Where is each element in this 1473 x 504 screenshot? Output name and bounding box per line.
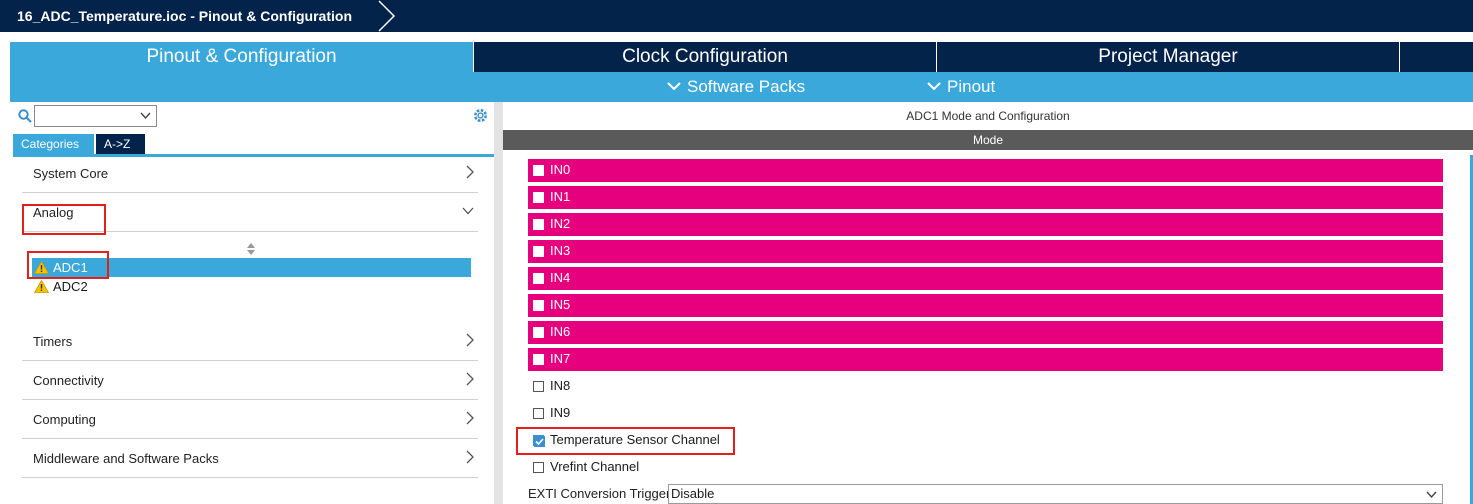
main-tabs: Pinout & Configuration Clock Configurati… [10, 42, 1473, 72]
checkbox[interactable] [533, 273, 544, 284]
tab-project-manager[interactable]: Project Manager [937, 42, 1399, 72]
channel-label: IN7 [550, 351, 571, 366]
category-label: Computing [33, 412, 96, 427]
mode-configuration-panel: ADC1 Mode and Configuration Mode IN0 IN1 I… [503, 102, 1473, 504]
channel-row[interactable]: IN8 [528, 375, 1443, 398]
tab-pinout-configuration[interactable]: Pinout & Configuration [10, 42, 473, 72]
category-connectivity[interactable]: Connectivity [22, 361, 478, 400]
channel-label: IN0 [550, 162, 571, 177]
category-computing[interactable]: Computing [22, 400, 478, 439]
software-packs-menu[interactable]: Software Packs [667, 72, 805, 102]
sub-menu-bar: Software Packs Pinout [10, 72, 1473, 102]
chevron-down-icon [667, 81, 681, 90]
category-label: Connectivity [33, 373, 104, 388]
tree-item-adc2[interactable]: ADC2 [32, 277, 471, 296]
channel-label: IN5 [550, 297, 571, 312]
exti-trigger-value: Disable [671, 486, 715, 501]
chevron-down-icon [927, 81, 941, 90]
channel-row[interactable]: IN3 [528, 240, 1443, 263]
checkbox[interactable] [533, 462, 544, 473]
software-packs-label: Software Packs [687, 77, 806, 96]
chevron-right-icon [466, 450, 474, 464]
channel-row[interactable]: IN4 [528, 267, 1443, 290]
channel-row[interactable]: IN5 [528, 294, 1443, 317]
title-bar: 16_ADC_Temperature.ioc - Pinout & Config… [0, 0, 1473, 32]
annotation-box-analog [22, 204, 106, 235]
breadcrumb-arrow-icon [378, 0, 396, 32]
channel-label: IN3 [550, 243, 571, 258]
tree-item-label: ADC2 [53, 279, 88, 294]
exti-trigger-label: EXTI Conversion Trigger [528, 486, 671, 501]
search-combo[interactable] [34, 105, 157, 127]
channel-label: IN2 [550, 216, 571, 231]
pinout-label: Pinout [947, 77, 996, 96]
checkbox[interactable] [533, 246, 544, 257]
channel-row[interactable]: IN1 [528, 186, 1443, 209]
chevron-down-icon [140, 112, 151, 120]
warning-icon [34, 280, 49, 293]
sort-icon[interactable] [247, 243, 255, 255]
category-label: Timers [33, 334, 73, 349]
chevron-down-icon [1426, 491, 1437, 499]
breadcrumb[interactable]: 16_ADC_Temperature.ioc - Pinout & Config… [0, 0, 370, 32]
chevron-down-icon [462, 207, 474, 215]
channel-label: IN9 [550, 405, 571, 420]
channel-row[interactable]: Vrefint Channel [528, 456, 1443, 479]
annotation-box-adc1 [27, 251, 109, 279]
chevron-right-icon [466, 333, 474, 347]
checkbox[interactable] [533, 219, 544, 230]
checkbox[interactable] [533, 192, 544, 203]
channel-label: IN8 [550, 378, 571, 393]
tab-overflow [1400, 42, 1473, 72]
panel-splitter[interactable] [494, 102, 503, 504]
gear-icon[interactable] [472, 107, 489, 124]
categories-panel: Categories A->Z System Core Analog ADC1 … [10, 102, 494, 504]
pinout-menu[interactable]: Pinout [927, 72, 995, 102]
search-icon[interactable] [18, 109, 32, 123]
mode-header[interactable]: Mode [503, 130, 1473, 150]
channel-row[interactable]: IN7 [528, 348, 1443, 371]
channel-label: IN6 [550, 324, 571, 339]
category-timers[interactable]: Timers [22, 322, 478, 361]
channel-row[interactable]: IN6 [528, 321, 1443, 344]
channel-row[interactable]: IN2 [528, 213, 1443, 236]
channel-label: IN1 [550, 189, 571, 204]
category-system-core[interactable]: System Core [22, 154, 478, 193]
checkbox[interactable] [533, 408, 544, 419]
annotation-box-temperature [516, 427, 735, 455]
panel-title: ADC1 Mode and Configuration [906, 109, 1070, 123]
checkbox[interactable] [533, 327, 544, 338]
channel-label: Vrefint Channel [550, 459, 640, 474]
tab-clock-configuration[interactable]: Clock Configuration [474, 42, 936, 72]
category-middleware[interactable]: Middleware and Software Packs [22, 439, 478, 478]
checkbox[interactable] [533, 300, 544, 311]
channel-label: IN4 [550, 270, 571, 285]
checkbox[interactable] [533, 354, 544, 365]
chevron-right-icon [466, 411, 474, 425]
channel-row[interactable]: IN9 [528, 402, 1443, 425]
category-label: System Core [33, 166, 109, 181]
channel-row[interactable]: IN0 [528, 159, 1443, 182]
checkbox[interactable] [533, 165, 544, 176]
exti-trigger-select[interactable]: Disable [668, 484, 1443, 504]
chevron-right-icon [466, 165, 474, 179]
category-label: Middleware and Software Packs [33, 451, 219, 466]
tab-a-to-z[interactable]: A->Z [96, 134, 145, 154]
chevron-right-icon [466, 372, 474, 386]
checkbox[interactable] [533, 381, 544, 392]
tab-categories[interactable]: Categories [13, 134, 94, 154]
